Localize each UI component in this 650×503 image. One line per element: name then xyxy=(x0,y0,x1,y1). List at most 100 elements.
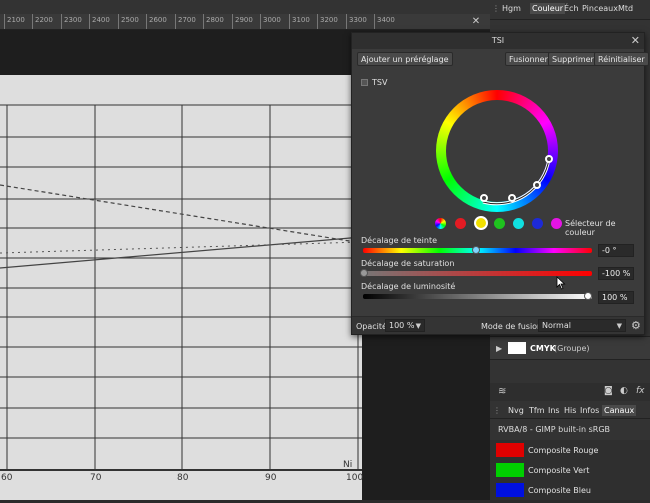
color-picker-label: Sélecteur de couleur xyxy=(565,219,616,237)
hsl-adjustment-dialog: TSI ✕ Ajouter un préréglage Fusionner Su… xyxy=(351,32,649,335)
dotted-curve xyxy=(0,241,363,254)
ruler-tick: 2100 xyxy=(4,14,25,29)
scanned-graph-paper: 60 70 80 90 100 Ni xyxy=(0,75,364,500)
yellow-swatch[interactable] xyxy=(474,216,488,230)
green-swatch[interactable] xyxy=(494,218,505,229)
panel-grip-icon: ⋮ xyxy=(492,4,500,13)
ruler-tick: 3300 xyxy=(346,14,367,29)
tab-hgm[interactable]: Hgm xyxy=(502,4,521,13)
horizontal-ruler: 2100 2200 2300 2400 2500 2600 2700 2800 … xyxy=(0,14,490,30)
all-colors-swatch[interactable] xyxy=(435,218,446,229)
channel-row[interactable]: Composite Vert xyxy=(490,460,650,480)
layer-thumbnail xyxy=(508,342,526,354)
wheel-handle[interactable] xyxy=(533,181,541,189)
cyan-swatch[interactable] xyxy=(513,218,524,229)
channels-tabs: ⋮ Nvg Tfm Ins His Infos Canaux xyxy=(490,401,650,419)
ruler-tick: 3100 xyxy=(289,14,310,29)
hue-color-wheel[interactable] xyxy=(436,90,558,212)
hue-shift-label: Décalage de teinte xyxy=(361,236,438,245)
close-document-icon[interactable]: ✕ xyxy=(468,16,484,30)
tab-ins[interactable]: Ins xyxy=(548,406,560,415)
magenta-swatch[interactable] xyxy=(551,218,562,229)
channel-label: Composite Bleu xyxy=(528,486,591,495)
ruler-tick: 2400 xyxy=(89,14,110,29)
x-label-100: 100 xyxy=(346,473,364,483)
hue-shift-knob[interactable] xyxy=(472,246,480,254)
saturation-shift-knob[interactable] xyxy=(360,269,368,277)
layer-type: (Groupe) xyxy=(554,344,590,353)
layer-row-cmyk[interactable]: ▶ CMYK (Groupe) xyxy=(490,336,650,360)
tab-mtd[interactable]: Mtd xyxy=(618,4,633,13)
hue-shift-value[interactable]: -0 ° xyxy=(598,244,634,257)
saturation-shift-value[interactable]: -100 % xyxy=(598,267,634,280)
solid-curve xyxy=(0,236,363,269)
red-swatch[interactable] xyxy=(455,218,466,229)
dialog-footer: Opacité: 100 % ▼ Mode de fusion: Normal … xyxy=(352,316,644,334)
chevron-down-icon: ▼ xyxy=(616,322,622,330)
ruler-tick: 2800 xyxy=(203,14,224,29)
tab-couleur[interactable]: Couleur xyxy=(530,3,566,14)
channels-list: Composite Rouge Composite Vert Composite… xyxy=(490,440,650,500)
channel-label: Composite Vert xyxy=(528,466,590,475)
dialog-title: TSI xyxy=(352,33,644,49)
delete-button[interactable]: Supprimer xyxy=(548,52,598,66)
layer-name: CMYK xyxy=(530,344,556,353)
tab-nvg[interactable]: Nvg xyxy=(508,406,524,415)
tsv-checkbox[interactable] xyxy=(361,79,368,86)
mask-icon[interactable]: ◙ xyxy=(604,386,613,396)
tsv-label: TSV xyxy=(372,78,388,87)
wheel-handle[interactable] xyxy=(480,194,488,202)
mouse-cursor-icon xyxy=(556,276,566,290)
wheel-handle[interactable] xyxy=(508,194,516,202)
panel-grip-icon: ⋮ xyxy=(493,406,501,415)
channel-row[interactable]: Composite Bleu xyxy=(490,480,650,500)
ruler-tick: 3400 xyxy=(374,14,395,29)
channel-swatch-blue xyxy=(496,483,524,497)
expand-triangle-icon[interactable]: ▶ xyxy=(496,344,502,353)
x-label-80: 80 xyxy=(177,473,189,483)
channel-swatch-green xyxy=(496,463,524,477)
tab-canaux[interactable]: Canaux xyxy=(602,405,637,416)
luminosity-shift-knob[interactable] xyxy=(584,292,592,300)
channel-swatch-red xyxy=(496,443,524,457)
tab-his[interactable]: His xyxy=(564,406,576,415)
wheel-range-arc xyxy=(482,158,551,206)
luminosity-shift-value[interactable]: 100 % xyxy=(598,291,634,304)
ruler-tick: 2900 xyxy=(232,14,253,29)
channel-row[interactable]: Composite Rouge xyxy=(490,440,650,460)
tab-ech[interactable]: Éch xyxy=(564,4,579,13)
chevron-down-icon: ▼ xyxy=(415,322,421,330)
blend-mode-select[interactable]: Normal ▼ xyxy=(538,319,626,332)
x-label-70: 70 xyxy=(90,473,102,483)
ruler-tick: 2200 xyxy=(32,14,53,29)
x-label-60: 60 xyxy=(1,473,13,483)
opacity-field[interactable]: 100 % ▼ xyxy=(385,319,425,332)
reset-button[interactable]: Réinitialiser xyxy=(594,52,649,66)
tab-infos[interactable]: Infos xyxy=(580,406,599,415)
dashed-curve xyxy=(0,184,363,244)
channels-profile: RVBA/8 - GIMP built-in sRGB xyxy=(498,425,611,434)
luminosity-shift-slider[interactable] xyxy=(363,294,592,299)
blend-mode-label: Mode de fusion: xyxy=(481,322,545,331)
close-icon[interactable]: ✕ xyxy=(631,34,640,47)
tab-tfm[interactable]: Tfm xyxy=(529,406,545,415)
wheel-handle[interactable] xyxy=(545,155,553,163)
add-preset-button[interactable]: Ajouter un préréglage xyxy=(357,52,453,66)
ruler-tick: 2700 xyxy=(175,14,196,29)
x-axis-ni-label: Ni xyxy=(343,460,353,470)
x-label-90: 90 xyxy=(265,473,277,483)
saturation-shift-label: Décalage de saturation xyxy=(361,259,455,268)
gear-icon[interactable]: ⚙ xyxy=(631,319,641,332)
layers-stack-icon[interactable]: ≋ xyxy=(498,386,506,397)
top-bar xyxy=(0,0,490,14)
adjustment-icon[interactable]: ◐ xyxy=(620,386,628,396)
ruler-tick: 2600 xyxy=(146,14,167,29)
ruler-tick: 3000 xyxy=(260,14,281,29)
luminosity-shift-label: Décalage de luminosité xyxy=(361,282,456,291)
channel-label: Composite Rouge xyxy=(528,446,599,455)
fx-icon[interactable]: fx xyxy=(636,386,645,396)
ruler-tick: 2500 xyxy=(118,14,139,29)
merge-button[interactable]: Fusionner xyxy=(505,52,552,66)
blue-swatch[interactable] xyxy=(532,218,543,229)
tab-pinceaux[interactable]: Pinceaux xyxy=(582,4,618,13)
